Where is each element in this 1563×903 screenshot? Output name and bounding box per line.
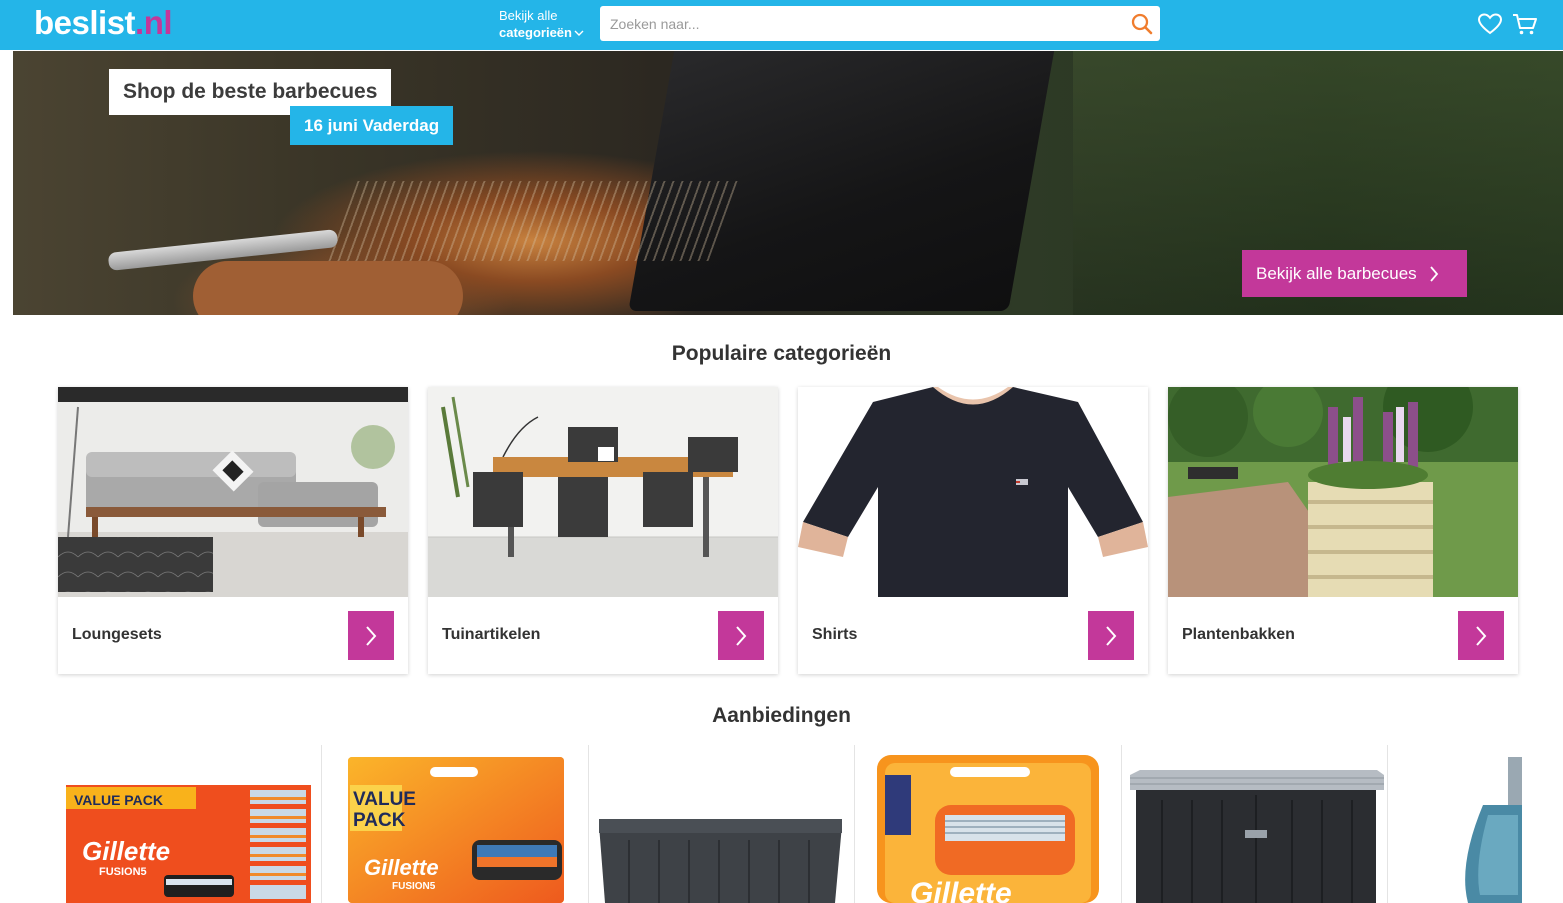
category-card-loungesets[interactable]: Loungesets	[58, 387, 408, 674]
category-arrow-button[interactable]	[1088, 611, 1134, 660]
deal-brand-text: Gillette	[910, 877, 1012, 903]
deal-image-perfume	[1465, 755, 1563, 903]
heart-icon[interactable]	[1476, 10, 1504, 38]
category-arrow-button[interactable]	[718, 611, 764, 660]
deal-image-gillette-blades: Gillette	[877, 755, 1099, 903]
category-arrow-button[interactable]	[1458, 611, 1504, 660]
chevron-right-icon	[736, 625, 747, 646]
deal-image-gillette-value-pack: VALUE PACK Gillette FUSION5	[66, 785, 311, 903]
hero-cta-button[interactable]: Bekijk alle barbecues	[1242, 250, 1467, 297]
category-label: Tuinartikelen	[442, 626, 541, 643]
all-categories-button[interactable]: Bekijk alle categorieën	[499, 7, 584, 41]
deal-image-storage-box	[599, 819, 842, 903]
deal-pack-text: VALUE	[353, 789, 416, 810]
deal-brand-text: Gillette	[364, 855, 439, 880]
deal-card[interactable]	[1387, 745, 1563, 903]
category-image-tuinartikelen	[428, 387, 778, 597]
category-label: Shirts	[812, 626, 858, 643]
logo-tld: nl	[143, 4, 173, 41]
chevron-right-icon	[366, 625, 377, 646]
top-header: beslist.nl Bekijk alle categorieën	[0, 0, 1563, 50]
popular-categories-heading: Populaire categorieën	[671, 342, 892, 365]
deal-card[interactable]: VALUE PACK Gillette FUSION5	[54, 745, 321, 903]
deal-card[interactable]: Gillette	[854, 745, 1121, 903]
logo-dot: .	[135, 4, 144, 41]
all-categories-line1: Bekijk alle	[499, 8, 558, 23]
cart-icon[interactable]	[1511, 10, 1539, 38]
category-label: Loungesets	[72, 626, 162, 643]
hero-badge: 16 juni Vaderdag	[290, 106, 454, 145]
logo-main: beslist	[34, 4, 136, 41]
category-image-loungesets	[58, 387, 408, 597]
hero-cta-label: Bekijk alle barbecues	[1256, 263, 1417, 283]
category-card-tuinartikelen[interactable]: Tuinartikelen	[428, 387, 778, 674]
deal-sub-text: FUSION5	[99, 866, 147, 878]
chevron-right-icon	[1429, 265, 1438, 282]
search-icon[interactable]	[1130, 12, 1154, 36]
deal-sub-text: FUSION5	[392, 881, 436, 892]
chevron-right-icon	[1106, 625, 1117, 646]
chevron-down-icon	[574, 30, 584, 36]
category-card-shirts[interactable]: Shirts	[798, 387, 1148, 674]
deal-image-storage-shed	[1130, 770, 1384, 903]
deal-card[interactable]	[1121, 745, 1387, 903]
deal-pack-text: VALUE PACK	[74, 792, 163, 808]
category-arrow-button[interactable]	[348, 611, 394, 660]
search-bar	[600, 6, 1160, 41]
deals-heading: Aanbiedingen	[712, 704, 851, 727]
chevron-right-icon	[1476, 625, 1487, 646]
all-categories-line2: categorieën	[499, 25, 572, 40]
logo[interactable]: beslist.nl	[34, 4, 173, 42]
deal-image-gillette-value-pack-2: VALUE PACK Gillette FUSION5	[348, 757, 564, 903]
search-input[interactable]	[600, 6, 1120, 41]
category-card-plantenbakken[interactable]: Plantenbakken	[1168, 387, 1518, 674]
grill-grate-image	[328, 181, 738, 261]
category-image-shirts	[798, 387, 1148, 597]
category-image-plantenbakken	[1168, 387, 1518, 597]
category-label: Plantenbakken	[1182, 626, 1295, 643]
cutting-board-image	[193, 261, 463, 315]
deal-pack-text-2: PACK	[353, 810, 406, 831]
deal-card[interactable]: VALUE PACK Gillette FUSION5	[321, 745, 588, 903]
deal-brand-text: Gillette	[82, 836, 170, 866]
deal-card[interactable]	[588, 745, 854, 903]
